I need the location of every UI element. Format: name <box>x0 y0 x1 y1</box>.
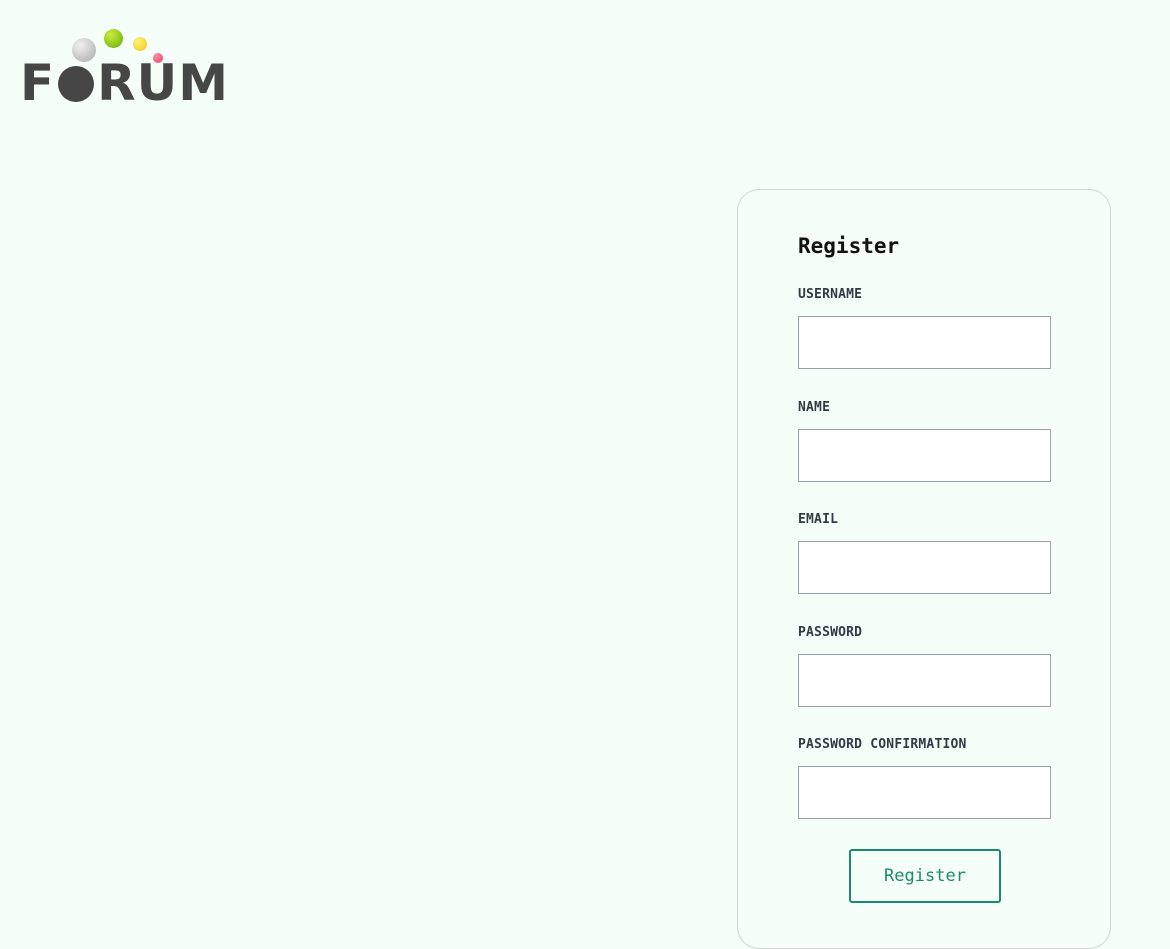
logo-o-circle <box>58 66 95 102</box>
logo-text-end: RUM <box>97 54 230 112</box>
forum-logo[interactable]: F RUM <box>20 28 228 108</box>
password-input[interactable] <box>798 654 1051 707</box>
email-field-group: EMAIL <box>798 510 1052 594</box>
name-field-group: NAME <box>798 398 1052 482</box>
register-button[interactable]: Register <box>849 849 1001 903</box>
logo-dot-yellow <box>133 37 147 51</box>
name-label: NAME <box>798 400 831 415</box>
password-confirmation-input[interactable] <box>798 766 1051 819</box>
username-label: USERNAME <box>798 287 863 302</box>
username-input[interactable] <box>798 316 1051 369</box>
logo-dot-green <box>104 29 123 48</box>
email-input[interactable] <box>798 541 1051 594</box>
password-field-group: PASSWORD <box>798 623 1052 707</box>
username-field-group: USERNAME <box>798 285 1052 369</box>
logo-text-start: F <box>20 54 56 112</box>
logo-wordmark: F RUM <box>20 58 229 108</box>
password-confirmation-field-group: PASSWORD CONFIRMATION <box>798 735 1052 819</box>
password-confirmation-label: PASSWORD CONFIRMATION <box>798 737 967 752</box>
register-title: Register <box>798 234 900 258</box>
password-label: PASSWORD <box>798 625 863 640</box>
register-card: Register USERNAME NAME EMAIL PASSWORD PA… <box>737 189 1111 949</box>
email-label: EMAIL <box>798 512 839 527</box>
name-input[interactable] <box>798 429 1051 482</box>
